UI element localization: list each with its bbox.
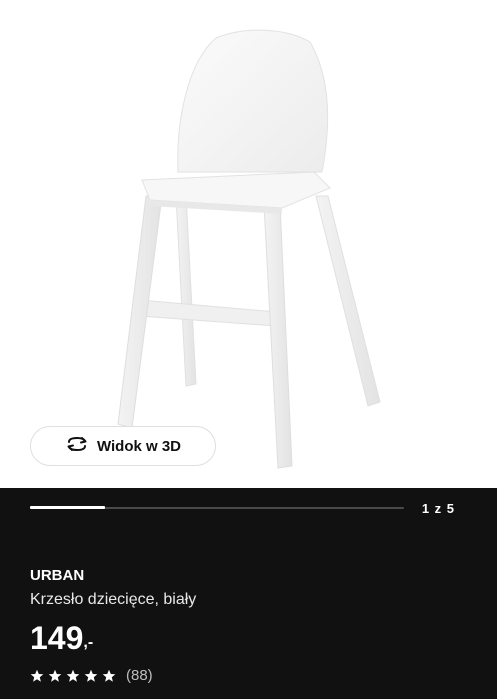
product-description: Krzesło dziecięce, biały <box>30 591 197 608</box>
star-icon <box>84 669 98 682</box>
star-icon <box>66 669 80 682</box>
star-icon <box>102 669 116 682</box>
star-icon <box>48 669 62 682</box>
view-3d-label: Widok w 3D <box>96 437 182 455</box>
carousel-progress-track <box>30 506 404 509</box>
rotate-3d-icon <box>65 436 89 457</box>
carousel-progress-fill <box>30 506 105 509</box>
product-image-area[interactable]: Widok w 3D <box>0 0 497 488</box>
carousel-page-counter: 1 z 5 <box>421 501 455 516</box>
price-suffix: ,- <box>83 634 94 651</box>
product-rating[interactable]: (88) <box>30 667 153 684</box>
review-count: (88) <box>126 667 153 684</box>
view-3d-button[interactable]: Widok w 3D <box>30 426 216 466</box>
product-info-panel: 1 z 5 URBAN Krzesło dziecięce, biały 149… <box>0 488 497 699</box>
product-price: 149 ,- <box>30 620 93 656</box>
product-image-chair <box>117 29 381 469</box>
price-integer: 149 <box>30 620 84 656</box>
star-icon <box>30 669 44 682</box>
product-name: URBAN <box>30 567 85 584</box>
